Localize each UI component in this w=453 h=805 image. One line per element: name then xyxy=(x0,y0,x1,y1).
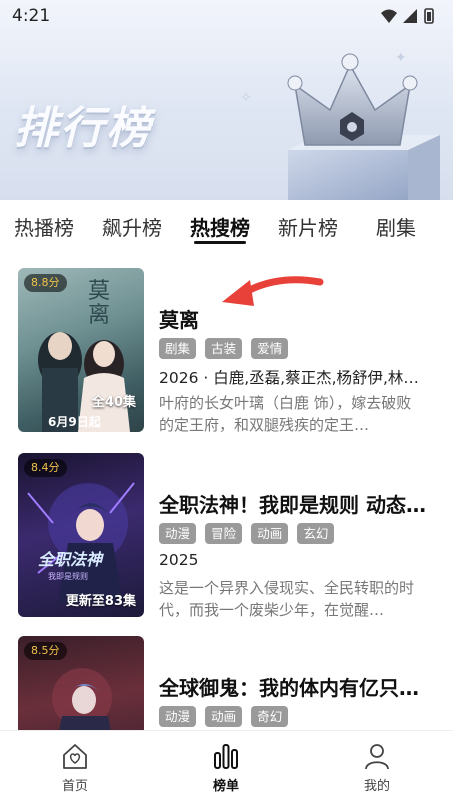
nav-label: 首页 xyxy=(61,779,88,794)
tag: 剧集 xyxy=(159,338,197,359)
svg-text:莫: 莫 xyxy=(88,279,110,304)
svg-text:离: 离 xyxy=(88,303,110,328)
description: 叶府的长女叶璃（白鹿 饰），嫁去破败的定王府，和双腿残疾的定王… xyxy=(159,394,412,434)
bar-chart-icon xyxy=(214,744,238,769)
nav-label: 我的 xyxy=(363,779,390,794)
tab-rising[interactable]: 飙升榜 xyxy=(102,212,162,241)
ranking-banner: 4:21 ✦ ✧ 排行榜 xyxy=(0,0,453,200)
tag-list: 剧集 古装 爱情 xyxy=(159,338,292,360)
list-item[interactable]: 8.5分 全球御鬼：我的体内有亿只… 动漫 动画 奇幻 2025 xyxy=(0,636,453,730)
ranking-list: 莫 离 6月9日起 8.8分 全40集 莫离 剧集 古装 爱情 2026 · 白… xyxy=(0,250,453,730)
rating-badge: 8.5分 xyxy=(24,642,67,660)
tab-hot-play[interactable]: 热播榜 xyxy=(14,212,74,241)
year-cast: 2026 · 白鹿,丞磊,蔡正杰,杨舒伊,林… xyxy=(159,369,419,387)
svg-text:全职法神: 全职法神 xyxy=(38,550,104,569)
tab-series[interactable]: 剧集 xyxy=(376,212,416,241)
tag: 动漫 xyxy=(159,523,197,544)
rating-badge: 8.8分 xyxy=(24,274,67,292)
poster-image[interactable]: 8.5分 xyxy=(18,636,144,730)
tag: 动画 xyxy=(205,706,243,727)
tag: 动画 xyxy=(251,523,289,544)
year-cast: 2025 xyxy=(159,551,199,569)
rating-badge: 8.4分 xyxy=(24,459,67,477)
tag: 玄幻 xyxy=(297,523,335,544)
annotation-arrow-icon xyxy=(222,276,324,306)
episode-count: 更新至83集 xyxy=(65,594,136,609)
active-tab-indicator xyxy=(194,241,246,244)
page-title: 排行榜 xyxy=(14,103,152,154)
ranking-tabs: 热播榜 飙升榜 热搜榜 新片榜 剧集 xyxy=(0,200,453,250)
status-bar: 4:21 xyxy=(0,0,453,30)
tag-list: 动漫 冒险 动画 玄幻 xyxy=(159,523,338,545)
description: 这是一个异界入侵现实、全民转职的时代，而我一个废柴少年，在觉醒… xyxy=(159,579,415,619)
home-heart-icon xyxy=(63,744,87,769)
poster-image[interactable]: 莫 离 6月9日起 8.8分 全40集 xyxy=(18,268,144,432)
nav-profile[interactable]: 我的 xyxy=(332,741,422,794)
svg-text:我即是规则: 我即是规则 xyxy=(48,571,88,581)
signal-icon xyxy=(403,9,417,23)
tag: 动漫 xyxy=(159,706,197,727)
tag: 冒险 xyxy=(205,523,243,544)
tab-hot-search[interactable]: 热搜榜 xyxy=(190,212,250,241)
nav-label: 榜单 xyxy=(212,779,239,794)
sparkle-icon: ✧ xyxy=(240,90,252,106)
poster-image[interactable]: 全职法神 我即是规则 8.4分 更新至83集 xyxy=(18,453,144,617)
item-title[interactable]: 全球御鬼：我的体内有亿只… xyxy=(159,672,431,701)
bottom-nav: 首页 榜单 我的 xyxy=(0,730,453,805)
episode-count: 全40集 xyxy=(91,395,136,410)
tag: 奇幻 xyxy=(251,706,289,727)
nav-ranking[interactable]: 榜单 xyxy=(181,741,271,794)
tag: 古装 xyxy=(205,338,243,359)
status-time: 4:21 xyxy=(12,6,51,26)
tab-new[interactable]: 新片榜 xyxy=(278,212,338,241)
svg-text:6月9日起: 6月9日起 xyxy=(48,414,102,429)
list-item[interactable]: 全职法神 我即是规则 8.4分 更新至83集 全职法神！我即是规则 动态… 动漫… xyxy=(0,453,453,619)
user-icon xyxy=(365,744,389,770)
item-title[interactable]: 全职法神！我即是规则 动态… xyxy=(159,489,431,518)
wifi-icon xyxy=(381,9,397,23)
tag-list: 动漫 动画 奇幻 xyxy=(159,706,292,728)
crown-icon xyxy=(287,53,440,200)
status-icons xyxy=(381,8,434,24)
tag: 爱情 xyxy=(251,338,289,359)
nav-home[interactable]: 首页 xyxy=(30,741,120,794)
